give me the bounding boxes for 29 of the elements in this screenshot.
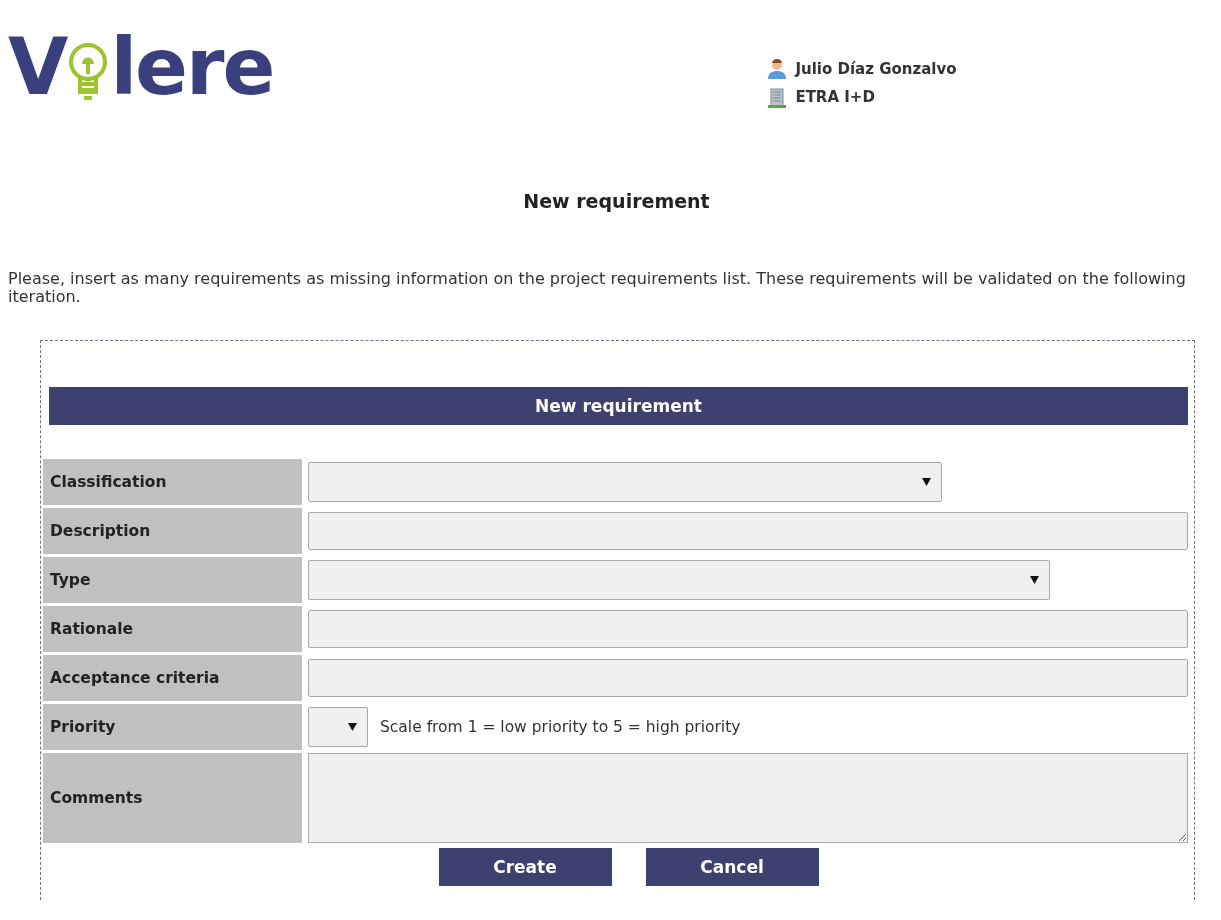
text-field[interactable] [308,512,1188,550]
field-label: Type [43,557,302,603]
action-button[interactable]: Create [438,848,612,886]
dropdown-arrow-icon [1030,576,1039,584]
dropdown-arrow-icon [348,723,357,731]
user-icon [767,58,788,80]
field-label: Acceptance criteria [43,655,302,701]
building-icon [767,86,788,108]
page-title: New requirement [522,190,711,212]
field-label: Classification [43,459,302,505]
field-label: Priority [43,704,302,750]
text-field[interactable] [308,659,1188,697]
field-label: Comments [43,753,302,843]
dropdown-field[interactable] [308,560,1050,600]
intro-text: Please, insert as many requirements as missing information on the project requirements list. These requirements will be validated on the following iteration. [8,270,1187,306]
logo-text: V [8,28,67,106]
comments-field[interactable] [308,753,1188,843]
text-field[interactable] [308,610,1188,648]
hint-text: Scale from 1 = low priority to 5 = high priority [380,718,741,736]
field-label: Rationale [43,606,302,652]
action-button[interactable]: Cancel [645,848,819,886]
dropdown-field[interactable] [308,707,368,747]
dropdown-arrow-icon [922,478,931,486]
user-name: Julio Díaz Gonzalvo [795,60,957,78]
organization-name: ETRA I+D [795,88,875,106]
dropdown-field[interactable] [308,462,942,502]
field-label: Description [43,508,302,554]
logo-text: lere [110,28,274,106]
form-header: New requirement [49,387,1188,425]
